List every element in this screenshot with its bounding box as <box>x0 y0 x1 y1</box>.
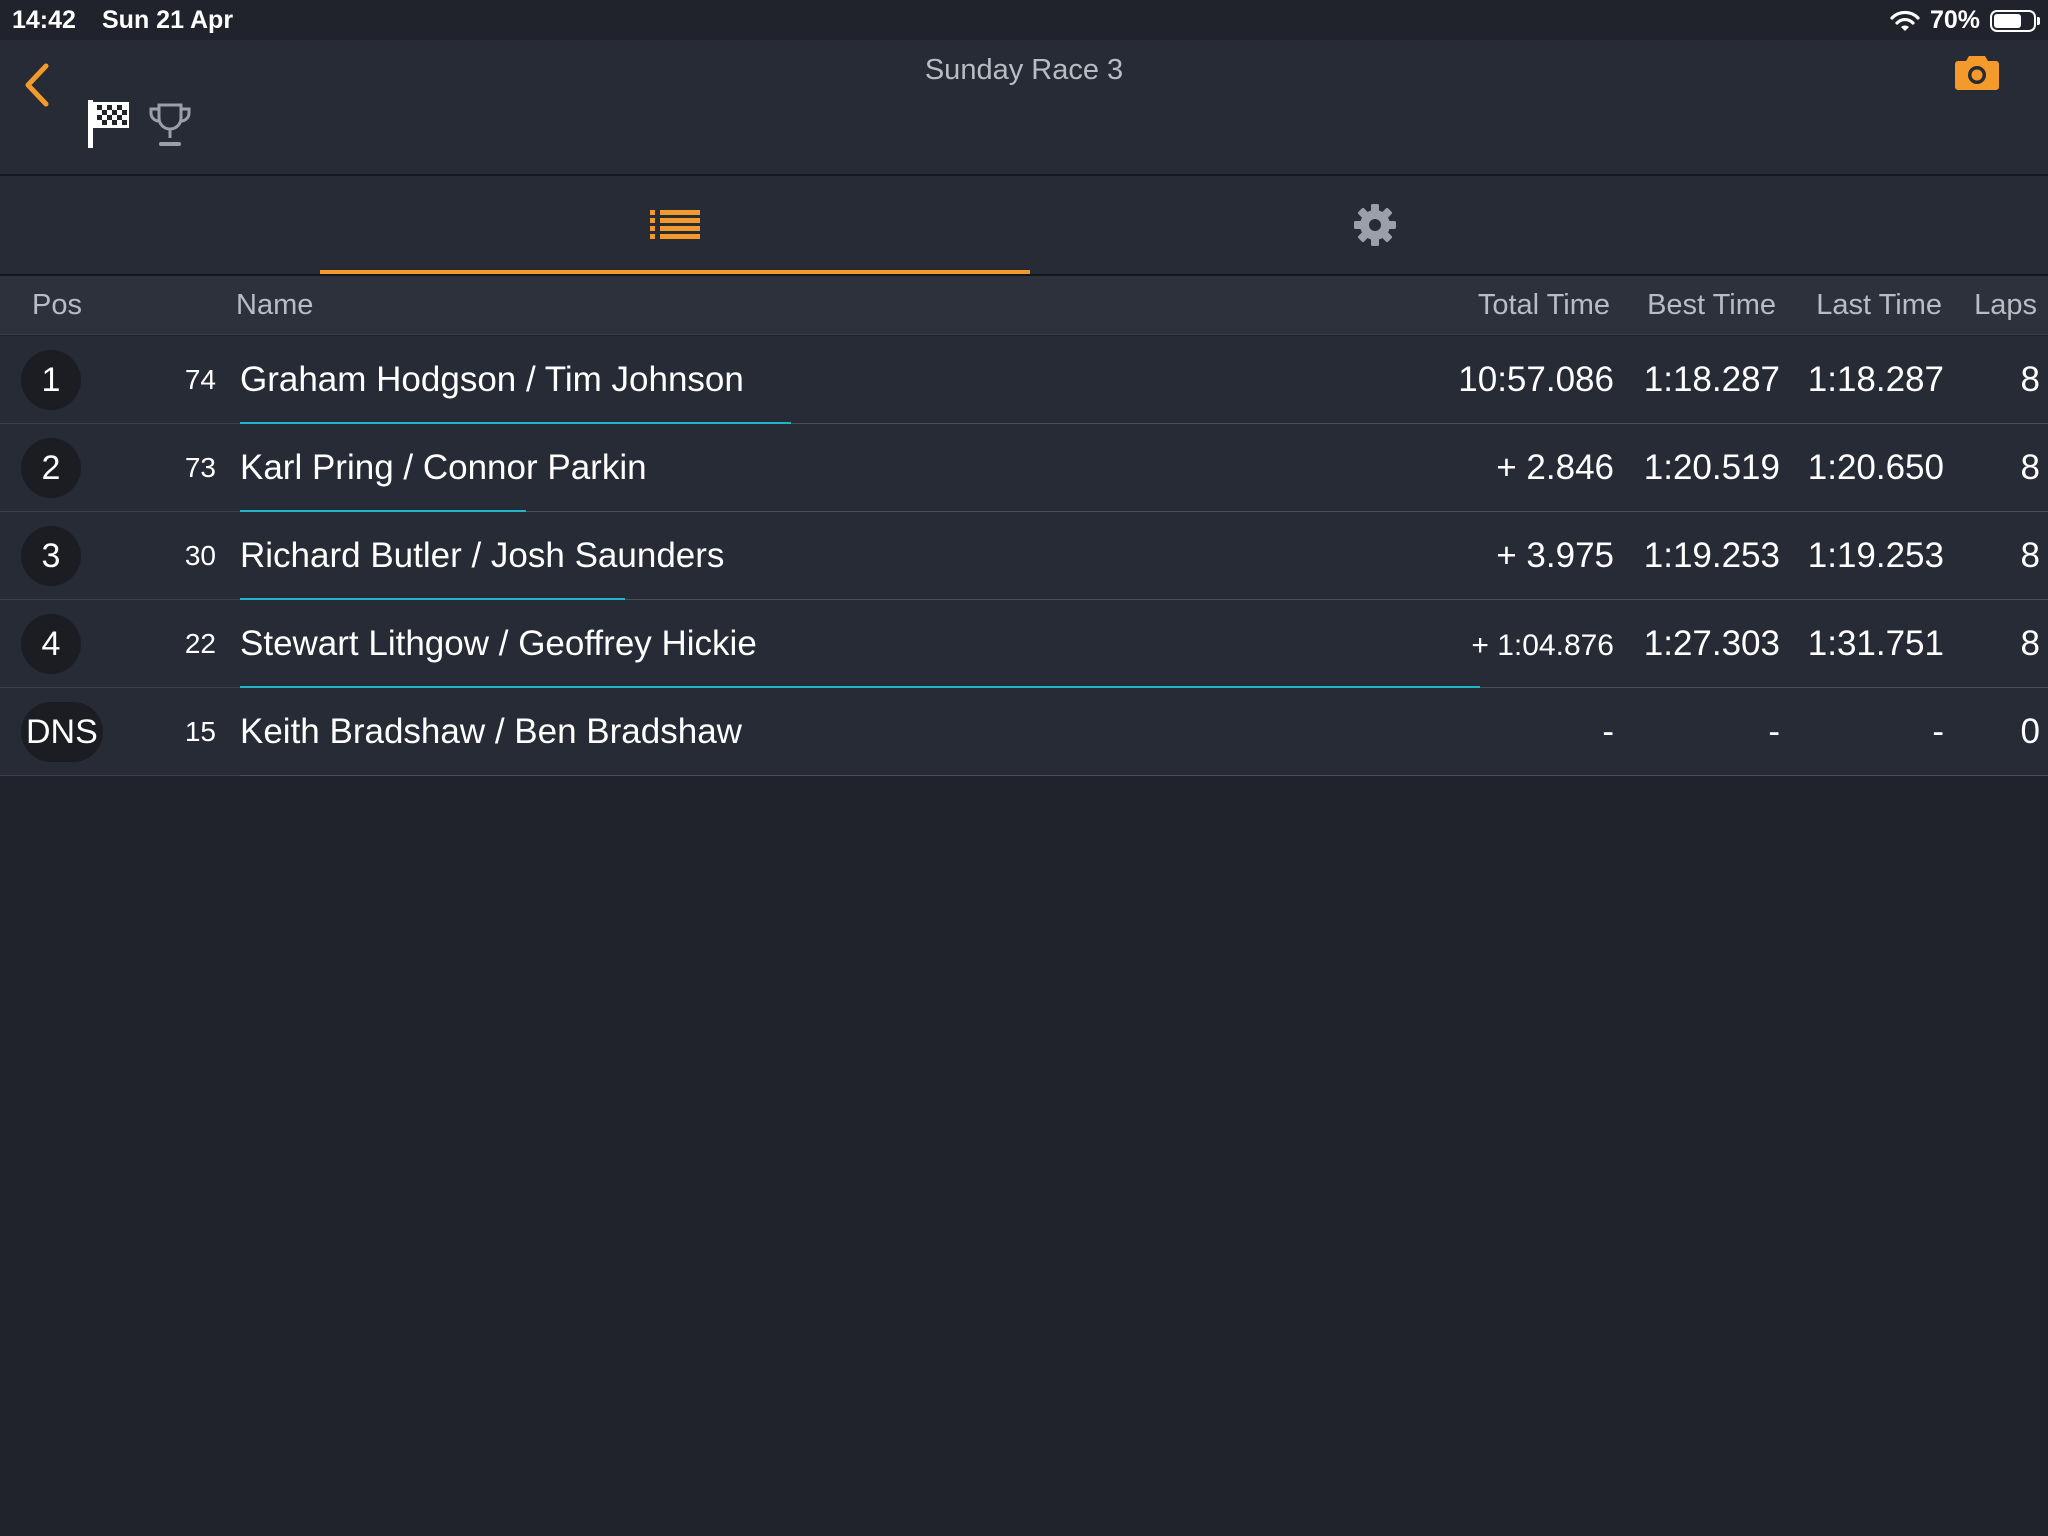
driver-names: Stewart Lithgow / Geoffrey Hickie <box>240 624 757 663</box>
kart-number: 74 <box>184 364 216 395</box>
table-row[interactable]: 1 74 Graham Hodgson / Tim Johnson 10:57.… <box>0 336 2048 424</box>
kart-number: 73 <box>184 452 216 483</box>
trophy-icon[interactable] <box>148 102 192 148</box>
laps-count: 0 <box>2020 712 2040 751</box>
kart-number: 15 <box>184 716 216 747</box>
driver-names: Keith Bradshaw / Ben Bradshaw <box>240 712 742 751</box>
status-right: 70% <box>1890 6 2040 35</box>
results-table: 1 74 Graham Hodgson / Tim Johnson 10:57.… <box>0 336 2048 776</box>
laps-count: 8 <box>2020 624 2040 663</box>
best-time: 1:18.287 <box>1643 360 1780 399</box>
wifi-icon <box>1890 10 1920 31</box>
best-time: 1:19.253 <box>1643 536 1780 575</box>
camera-icon <box>1955 56 1999 90</box>
best-time: 1:27.303 <box>1643 624 1780 663</box>
driver-names: Karl Pring / Connor Parkin <box>240 448 647 487</box>
col-total-time[interactable]: Total Time <box>1478 289 1610 322</box>
table-row[interactable]: 4 22 Stewart Lithgow / Geoffrey Hickie +… <box>0 600 2048 688</box>
position-badge: 1 <box>21 350 81 410</box>
best-time: - <box>1768 712 1780 751</box>
app-header: Sunday Race 3 <box>0 40 2048 176</box>
col-pos[interactable]: Pos <box>32 289 82 322</box>
tab-bar <box>0 176 2048 276</box>
total-time: 10:57.086 <box>1458 360 1614 399</box>
position-badge: 2 <box>21 438 81 498</box>
status-time: 14:42 <box>12 6 76 34</box>
last-time: - <box>1932 712 1944 751</box>
laps-count: 8 <box>2020 536 2040 575</box>
table-row[interactable]: DNS 15 Keith Bradshaw / Ben Bradshaw - -… <box>0 688 2048 776</box>
battery-percent: 70% <box>1929 6 1980 34</box>
col-last-time[interactable]: Last Time <box>1816 289 1942 322</box>
battery-fill <box>1994 13 2021 28</box>
total-time: + 1:04.876 <box>1471 629 1614 662</box>
col-name[interactable]: Name <box>236 289 313 322</box>
checkered-flag-icon[interactable] <box>86 98 132 150</box>
last-time: 1:20.650 <box>1807 448 1944 487</box>
list-icon <box>650 210 700 239</box>
gear-icon <box>1354 204 1396 246</box>
tab-results-list[interactable] <box>320 176 1030 274</box>
status-date: Sun 21 Apr <box>102 6 234 34</box>
total-time: + 3.975 <box>1496 536 1614 575</box>
battery-icon <box>1990 9 2040 32</box>
total-time: + 2.846 <box>1496 448 1614 487</box>
page-title: Sunday Race 3 <box>924 54 1124 86</box>
col-best-time[interactable]: Best Time <box>1647 289 1776 322</box>
table-row[interactable]: 2 73 Karl Pring / Connor Parkin + 2.846 … <box>0 424 2048 512</box>
status-bar: 14:42 Sun 21 Apr 70% <box>0 0 2048 40</box>
progress-track <box>240 775 2048 776</box>
driver-names: Richard Butler / Josh Saunders <box>240 536 725 575</box>
last-time: 1:18.287 <box>1807 360 1944 399</box>
position-badge: 3 <box>21 526 81 586</box>
laps-count: 8 <box>2020 448 2040 487</box>
kart-number: 22 <box>184 628 216 659</box>
table-row[interactable]: 3 30 Richard Butler / Josh Saunders + 3.… <box>0 512 2048 600</box>
best-time: 1:20.519 <box>1643 448 1780 487</box>
position-badge: 4 <box>21 614 81 674</box>
tab-settings[interactable] <box>1020 176 1730 274</box>
col-laps[interactable]: Laps <box>1974 289 2037 322</box>
position-badge: DNS <box>21 702 103 762</box>
kart-number: 30 <box>184 540 216 571</box>
laps-count: 8 <box>2020 360 2040 399</box>
camera-button[interactable] <box>1954 52 2000 97</box>
total-time: - <box>1602 712 1614 751</box>
driver-names: Graham Hodgson / Tim Johnson <box>240 360 744 399</box>
last-time: 1:19.253 <box>1807 536 1944 575</box>
last-time: 1:31.751 <box>1807 624 1944 663</box>
results-table-header: Pos Name Total Time Best Time Last Time … <box>0 276 2048 335</box>
active-tab-indicator <box>320 270 1030 274</box>
